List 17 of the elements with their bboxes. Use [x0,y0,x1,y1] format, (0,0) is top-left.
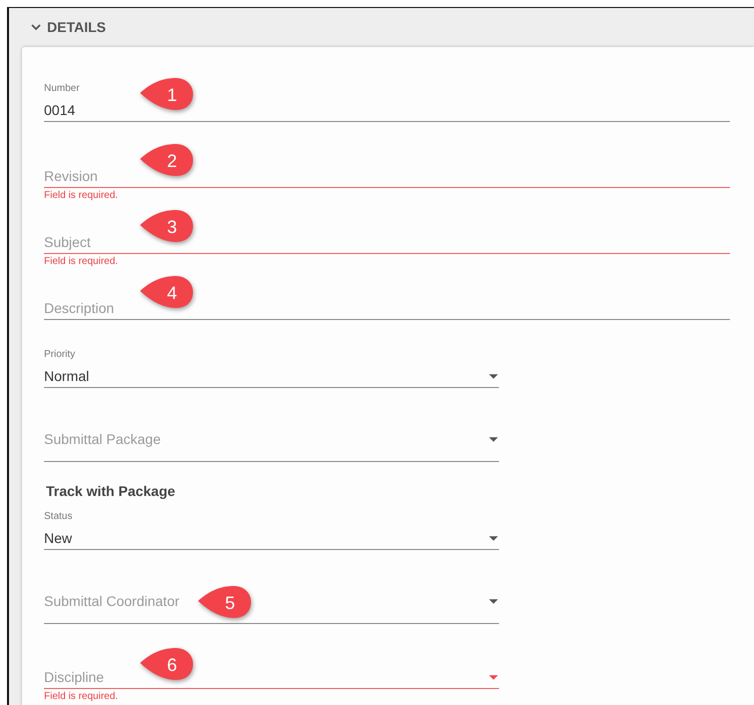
error-message: Field is required. [44,190,119,201]
field-label: Priority [44,349,76,360]
dropdown-field[interactable]: Priority Normal [44,345,499,388]
field-label: Status [44,511,74,522]
caret-icon [489,598,498,604]
dropdown-field[interactable]: Submittal Package [44,417,499,462]
dropdown-field[interactable]: Status New [44,507,499,550]
caret-icon [489,374,498,378]
caret-icon [489,536,498,540]
field-label: Number [44,83,81,94]
error-message: Field is required. [44,691,119,702]
chevron-down-icon [31,24,41,30]
caret-icon [489,674,498,680]
section-header[interactable]: DETAILS [22,8,106,46]
caret-icon [489,436,498,442]
subsection-heading: Track with Package [46,483,176,499]
error-message: Field is required. [44,256,119,267]
